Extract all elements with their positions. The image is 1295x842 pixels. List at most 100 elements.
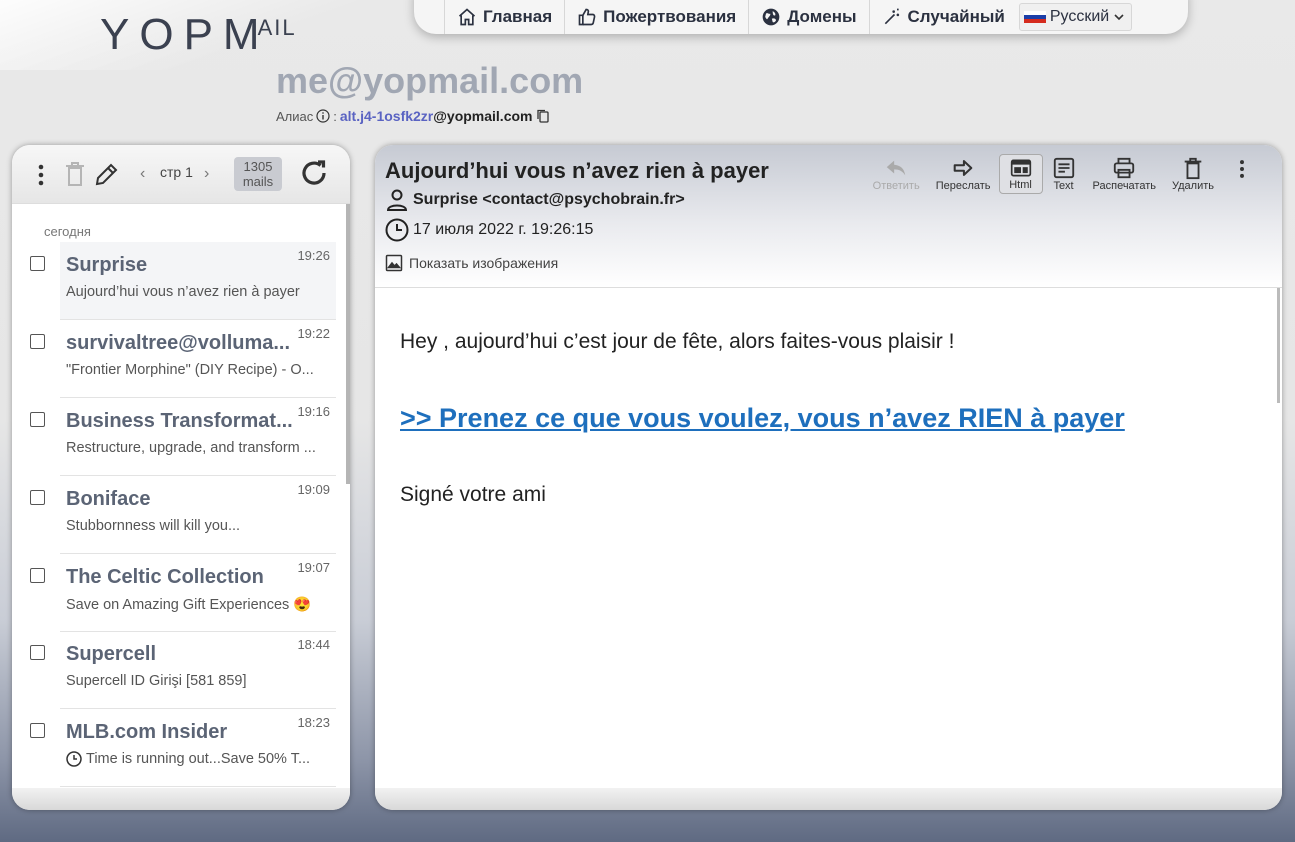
mail-sender: The Celtic Collection [66, 566, 264, 588]
mail-checkbox[interactable] [30, 568, 45, 583]
mail-checkbox[interactable] [30, 412, 45, 427]
mail-sender: Business Transformat... [66, 410, 293, 432]
print-label: Распечатать [1092, 180, 1156, 192]
person-icon [386, 189, 408, 211]
mail-list-item[interactable]: Boniface 19:09 Stubbornness will kill yo… [30, 476, 336, 554]
mail-list-item[interactable]: MLB.com Insider 18:23 Time is running ou… [30, 709, 336, 787]
delete-all-icon[interactable] [64, 161, 86, 187]
mail-checkbox[interactable] [30, 645, 45, 660]
forward-label: Переслать [935, 180, 991, 192]
mail-time: 19:09 [297, 482, 330, 497]
next-page-button[interactable]: › [204, 165, 209, 183]
mail-list-item[interactable]: The Celtic Collection 19:07 Save on Amaz… [30, 554, 336, 632]
nav-random-label: Случайный [907, 7, 1005, 26]
nav-home-label: Главная [483, 7, 553, 26]
alias-prefix: alt.j4-1osfk2zr [339, 108, 434, 124]
forward-button[interactable]: Переслать [928, 154, 999, 194]
language-label: Русский [1049, 8, 1110, 25]
mail-sender: Supercell [66, 643, 157, 665]
compose-icon[interactable] [94, 161, 120, 187]
nav-domains[interactable]: Домены [748, 0, 868, 34]
mail-checkbox[interactable] [30, 334, 45, 349]
message-date-text: 17 июля 2022 г. 19:26:15 [413, 221, 594, 238]
delete-button[interactable]: Удалить [1164, 154, 1222, 194]
mail-time: 19:07 [297, 560, 330, 575]
image-icon [385, 254, 403, 272]
mail-time: 18:44 [297, 637, 330, 652]
page-indicator: стр 1 [160, 164, 193, 180]
trash-icon [1184, 157, 1202, 180]
alias-row: Алиас : alt.j4-1osfk2zr@yopmail.com [276, 108, 551, 124]
mail-sender: survivaltree@volluma... [66, 332, 291, 354]
print-button[interactable]: Распечатать [1085, 154, 1164, 194]
more-vertical-icon [1240, 160, 1244, 178]
reply-button[interactable]: Ответить [865, 154, 928, 194]
html-view-button[interactable]: Html [998, 154, 1043, 194]
message-panel: Aujourd’hui vous n’avez rien à payer Sur… [375, 145, 1282, 810]
mail-subject: Stubbornness will kill you... [66, 518, 328, 534]
mail-list-item[interactable]: Business Transformat... 19:16 Restructur… [30, 398, 336, 476]
message-date: 17 июля 2022 г. 19:26:15 [385, 218, 593, 242]
clock-icon [385, 218, 409, 242]
nav-domains-label: Домены [787, 7, 857, 26]
language-select[interactable]: Русский [1018, 3, 1133, 31]
reply-label: Ответить [872, 180, 920, 192]
message-sender: Surprise <contact@psychobrain.fr> [385, 189, 685, 211]
nav-random[interactable]: Случайный [868, 0, 1017, 34]
info-icon[interactable] [316, 109, 330, 123]
mail-subject: Save on Amazing Gift Experiences 😍 [66, 596, 328, 614]
alias-label: Алиас [276, 108, 314, 124]
text-view-icon [1053, 157, 1074, 179]
message-subject: Aujourd’hui vous n’avez rien à payer [385, 158, 769, 183]
clock-icon [66, 751, 82, 767]
mail-list-item[interactable]: survivaltree@volluma... 19:22 "Frontier … [30, 320, 336, 398]
message-more-button[interactable] [1222, 154, 1262, 194]
mail-checkbox[interactable] [30, 256, 45, 271]
html-view-icon [1010, 159, 1031, 177]
mail-subject-text: Restructure, upgrade, and transform ... [66, 440, 316, 456]
mail-count-number: 1305 [243, 159, 273, 174]
more-vertical-icon[interactable] [34, 163, 48, 187]
inbox-panel: ‹ стр 1 › 1305 mails сегодня Surprise 19… [12, 145, 350, 810]
prev-page-button[interactable]: ‹ [140, 165, 145, 183]
html-view-label: Html [1009, 179, 1032, 191]
copy-icon[interactable] [535, 108, 551, 124]
mail-subject-text: Time is running out...Save 50% T... [86, 751, 311, 767]
text-view-label: Text [1053, 180, 1074, 192]
nav-donations-label: Пожертвования [603, 7, 737, 26]
list-scrollbar[interactable] [346, 204, 350, 484]
alias-address[interactable]: alt.j4-1osfk2zr@yopmail.com [340, 108, 533, 124]
mail-subject-text: Supercell ID Girişi [581 859] [66, 673, 247, 689]
message-header: Aujourd’hui vous n’avez rien à payer Sur… [375, 145, 1282, 288]
mail-subject: Aujourd’hui vous n’avez rien à payer [66, 284, 328, 300]
mail-subject: Time is running out...Save 50% T... [66, 751, 328, 767]
alias-separator: : [333, 108, 337, 124]
mail-subject-text: Aujourd’hui vous n’avez rien à payer [66, 284, 300, 300]
mail-time: 19:22 [297, 326, 330, 341]
mail-sender: Boniface [66, 488, 151, 510]
nav-donations[interactable]: Пожертвования [564, 0, 748, 34]
message-body-line: Hey , aujourd’hui c’est jour de fête, al… [400, 330, 955, 353]
message-body-signature: Signé votre ami [400, 483, 546, 506]
text-view-button[interactable]: Text [1043, 154, 1085, 194]
show-images-button[interactable]: Показать изображения [385, 254, 558, 272]
mail-list-item[interactable]: Surprise 19:26 Aujourd’hui vous n’avez r… [30, 242, 336, 320]
mail-count-unit: mails [242, 174, 274, 189]
mail-subject-text: Save on Amazing Gift Experiences [66, 596, 290, 613]
mail-subject-text: "Frontier Morphine" (DIY Recipe) - O... [66, 362, 314, 378]
russia-flag-icon [1023, 10, 1046, 24]
home-icon [458, 8, 476, 26]
mail-list-item[interactable]: Supercell 18:44 Supercell ID Girişi [581… [30, 631, 336, 709]
magic-wand-icon [884, 8, 899, 25]
nav-home[interactable]: Главная [444, 0, 564, 34]
mailbox-address: me@yopmail.com [276, 60, 584, 101]
globe-icon [762, 8, 780, 26]
mail-checkbox[interactable] [30, 490, 45, 505]
refresh-icon[interactable] [298, 157, 330, 189]
message-scrollbar[interactable] [1277, 288, 1280, 403]
message-body-link[interactable]: >> Prenez ce que vous voulez, vous n’ave… [400, 403, 1125, 434]
alias-domain: @yopmail.com [433, 108, 533, 124]
mail-sender: MLB.com Insider [66, 721, 228, 743]
mail-subject: Supercell ID Girişi [581 859] [66, 673, 328, 689]
mail-checkbox[interactable] [30, 723, 45, 738]
